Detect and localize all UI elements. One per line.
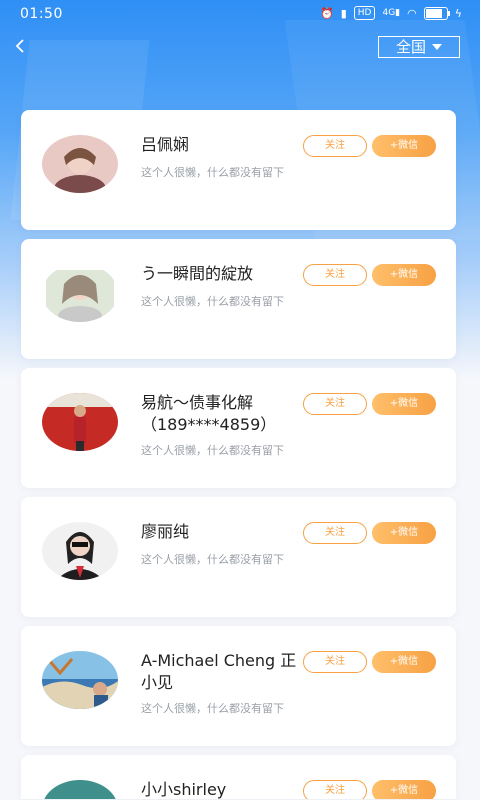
user-desc: 这个人很懒，什么都没有留下 xyxy=(141,553,284,566)
add-wechat-button[interactable]: +微信 xyxy=(372,651,436,673)
vibrate-icon: ▮ xyxy=(340,6,347,20)
user-name: 廖丽纯 xyxy=(141,522,190,541)
add-wechat-button[interactable]: +微信 xyxy=(372,135,436,157)
user-desc: 这个人很懒，什么都没有留下 xyxy=(141,444,284,457)
user-name: 易航～债事化解（189****4859） xyxy=(141,393,277,434)
chevron-left-icon xyxy=(15,39,24,53)
avatar xyxy=(42,135,118,193)
region-label: 全国 xyxy=(395,38,426,56)
list-item[interactable]: 小小shirley 关注 +微信 xyxy=(21,755,456,799)
battery-icon xyxy=(423,6,450,20)
avatar xyxy=(42,522,118,580)
list-item[interactable]: 廖丽纯 这个人很懒，什么都没有留下 关注 +微信 xyxy=(21,497,456,617)
back-button[interactable] xyxy=(14,36,34,58)
user-desc: 这个人很懒，什么都没有留下 xyxy=(141,702,284,715)
user-name: 吕佩娴 xyxy=(141,135,190,154)
add-wechat-button[interactable]: +微信 xyxy=(372,393,436,415)
follow-button[interactable]: 关注 xyxy=(303,393,367,415)
follow-button[interactable]: 关注 xyxy=(303,135,367,157)
list-item[interactable]: 易航～债事化解（189****4859） 这个人很懒，什么都没有留下 关注 +微… xyxy=(21,368,456,488)
charging-icon: ϟ xyxy=(454,6,462,20)
list-item[interactable]: A-Michael Cheng 正小见 这个人很懒，什么都没有留下 关注 +微信 xyxy=(21,626,456,746)
user-desc: 这个人很懒，什么都没有留下 xyxy=(141,166,284,179)
user-list: 吕佩娴 这个人很懒，什么都没有留下 关注 +微信 う一瞬間的綻放 这个人很懒，什… xyxy=(21,110,456,799)
add-wechat-button[interactable]: +微信 xyxy=(372,264,436,286)
wifi-icon: ◠ xyxy=(407,6,417,20)
status-bar: 01:50 ⏰ ▮ HD 4G▮ ◠ ϟ xyxy=(0,0,480,30)
add-wechat-button[interactable]: +微信 xyxy=(372,522,436,544)
caret-down-icon xyxy=(432,44,442,50)
avatar xyxy=(42,264,118,322)
region-select[interactable]: 全国 xyxy=(378,36,460,58)
follow-button[interactable]: 关注 xyxy=(303,651,367,673)
follow-button[interactable]: 关注 xyxy=(303,780,367,799)
hd-icon: HD xyxy=(353,6,376,20)
list-item[interactable]: 吕佩娴 这个人很懒，什么都没有留下 关注 +微信 xyxy=(21,110,456,230)
user-desc: 这个人很懒，什么都没有留下 xyxy=(141,295,284,308)
user-name: A-Michael Cheng 正小见 xyxy=(141,651,297,692)
avatar xyxy=(42,393,118,451)
list-item[interactable]: う一瞬間的綻放 这个人很懒，什么都没有留下 关注 +微信 xyxy=(21,239,456,359)
status-time: 01:50 xyxy=(20,6,63,22)
4g-signal-icon: 4G▮ xyxy=(382,8,401,18)
user-name: 小小shirley xyxy=(141,780,227,799)
follow-button[interactable]: 关注 xyxy=(303,522,367,544)
avatar xyxy=(42,780,118,799)
alarm-icon: ⏰ xyxy=(320,6,334,20)
add-wechat-button[interactable]: +微信 xyxy=(372,780,436,799)
follow-button[interactable]: 关注 xyxy=(303,264,367,286)
user-name: う一瞬間的綻放 xyxy=(141,264,254,283)
avatar xyxy=(42,651,118,709)
